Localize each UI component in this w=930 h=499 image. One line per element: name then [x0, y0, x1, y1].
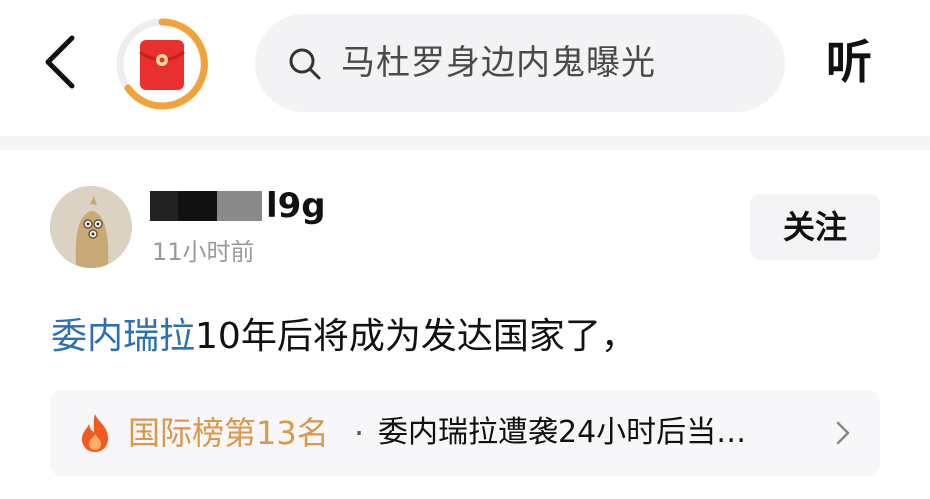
chevron-left-icon[interactable]: [36, 30, 86, 94]
avatar-icon: [50, 186, 132, 268]
hot-title: 委内瑞拉遭袭24小时后当…: [378, 415, 747, 450]
section-divider: [0, 136, 930, 150]
search-icon: [289, 48, 321, 80]
topic-link[interactable]: 委内瑞拉: [51, 316, 195, 357]
hot-list-card[interactable]: 国际榜第13名 · 委内瑞拉遭袭24小时后当…: [50, 390, 880, 476]
chevron-right-icon: [836, 421, 850, 445]
search-query-text: 马杜罗身边内鬼曝光: [341, 43, 656, 83]
flame-icon: [82, 414, 108, 452]
hot-rank-label: 国际榜第13名: [128, 414, 329, 452]
red-packet-icon[interactable]: [116, 18, 208, 110]
post-body-text: 10年后将成为发达国家了，: [195, 316, 637, 357]
follow-button[interactable]: 关注: [750, 194, 880, 260]
avatar[interactable]: [50, 186, 132, 268]
redacted-name-mask: [150, 191, 262, 221]
listen-button[interactable]: 听: [826, 30, 872, 94]
search-bar[interactable]: 马杜罗身边内鬼曝光 委: [255, 14, 785, 112]
author-name-visible: l9g: [266, 186, 326, 226]
post-text: 委内瑞拉10年后将成为发达国家了，: [51, 312, 637, 362]
author-name[interactable]: l9g: [150, 184, 326, 228]
top-bar: 马杜罗身边内鬼曝光 委 听: [0, 0, 930, 136]
post-timestamp: 11小时前: [152, 238, 255, 266]
hot-separator: ·: [354, 414, 365, 452]
